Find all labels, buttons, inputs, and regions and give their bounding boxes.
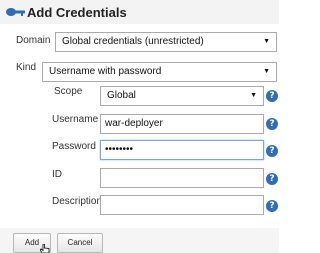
scope-help-icon[interactable]: ? <box>266 90 278 102</box>
username-help-icon[interactable]: ? <box>266 118 278 130</box>
id-input[interactable] <box>100 168 264 188</box>
domain-label: Domain <box>16 35 51 46</box>
dialog-header: Add Credentials <box>0 0 279 24</box>
cancel-button[interactable]: Cancel <box>57 233 103 253</box>
domain-select-value: Global credentials (unrestricted) <box>62 36 204 47</box>
description-label: Description <box>52 196 103 207</box>
credentials-key-icon <box>6 8 25 16</box>
description-input[interactable] <box>100 195 264 215</box>
kind-select-value: Username with password <box>49 66 162 77</box>
hand-cursor-icon <box>40 244 50 253</box>
chevron-down-icon: ▼ <box>263 38 270 45</box>
chevron-down-icon: ▼ <box>250 92 257 99</box>
description-help-icon[interactable]: ? <box>266 200 278 212</box>
kind-select[interactable]: Username with password ▼ <box>42 62 277 82</box>
scope-select-value: Global <box>107 90 136 101</box>
chevron-down-icon: ▼ <box>263 68 270 75</box>
id-label: ID <box>52 169 62 180</box>
username-input[interactable]: war-deployer <box>100 114 264 134</box>
password-input[interactable]: •••••••• <box>100 140 264 160</box>
password-help-icon[interactable]: ? <box>266 145 278 157</box>
domain-select[interactable]: Global credentials (unrestricted) ▼ <box>55 32 277 52</box>
kind-label: Kind <box>16 62 37 73</box>
scope-label: Scope <box>54 86 83 97</box>
username-label: Username <box>52 114 99 125</box>
scope-select[interactable]: Global ▼ <box>100 86 264 106</box>
id-help-icon[interactable]: ? <box>266 173 278 185</box>
password-label: Password <box>52 141 96 152</box>
dialog-title: Add Credentials <box>27 5 127 20</box>
